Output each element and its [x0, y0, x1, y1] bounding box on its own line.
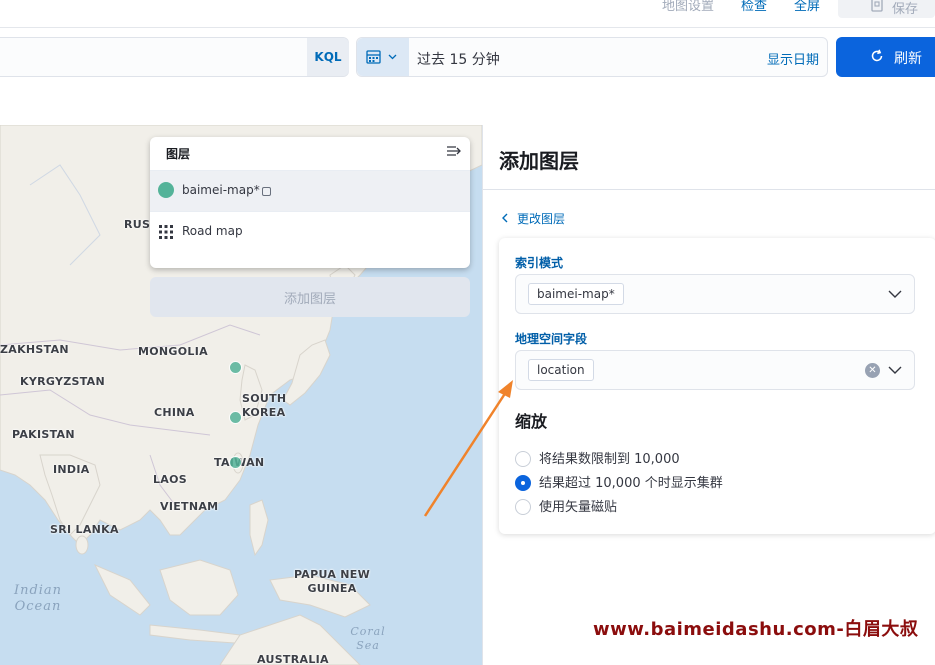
add-layer-flyout: 添加图层 更改图层 索引模式 baimei-map* 地理空间字段 locati… [482, 125, 935, 665]
ocean-label: Indian Ocean [13, 583, 63, 614]
save-button[interactable]: 保存 [838, 0, 935, 18]
quick-menu-button[interactable] [357, 38, 409, 76]
layer-status-icon [262, 187, 271, 196]
layer-item[interactable]: Road map [150, 211, 470, 252]
refresh-icon [871, 49, 883, 62]
map-label: VIETNAM [160, 500, 219, 513]
watermark-text: www.baimeidashu.com-白眉大叔 [593, 619, 919, 640]
map-settings-link[interactable]: 地图设置 [662, 0, 714, 14]
change-layer-label: 更改图层 [517, 212, 566, 226]
save-label: 保存 [892, 2, 919, 17]
scaling-option-clusters[interactable]: 结果超过 10,000 个时显示集群 [515, 472, 723, 492]
layer-name: Road map [182, 224, 243, 238]
chevron-down-icon[interactable] [888, 288, 902, 300]
grid-icon [159, 225, 173, 239]
radio-button-selected[interactable] [515, 474, 531, 491]
geo-field-label: 地理空间字段 [515, 332, 588, 346]
index-pattern-label: 索引模式 [515, 256, 564, 270]
collapse-layers-icon[interactable] [446, 144, 462, 162]
map-label: SOUTH KOREA [242, 392, 287, 419]
geo-field-pill: location [528, 359, 594, 381]
fullscreen-link[interactable]: 全屏 [794, 0, 820, 14]
index-pattern-pill: baimei-map* [528, 283, 624, 305]
scaling-option-vector-tiles[interactable]: 使用矢量磁贴 [515, 496, 617, 516]
clear-icon[interactable]: ✕ [865, 363, 880, 378]
show-dates-link[interactable]: 显示日期 [767, 49, 819, 68]
map-label: PAPUA NEW GUINEA [293, 568, 371, 595]
map-label: AUSTRALIA [257, 653, 329, 665]
map-label: LAOS [153, 473, 187, 486]
query-bar: KQL 过去 15 分钟 显示日期 刷新 [0, 37, 935, 77]
layer-control: 图层 baimei-map* Road map [150, 137, 470, 268]
radio-button[interactable] [515, 498, 531, 515]
search-input[interactable]: KQL [0, 37, 349, 77]
map-label: PAKISTAN [12, 428, 75, 441]
radio-button[interactable] [515, 450, 531, 467]
radio-label: 结果超过 10,000 个时显示集群 [539, 476, 723, 491]
save-icon [871, 0, 883, 12]
scaling-title: 缩放 [515, 412, 548, 431]
divider [483, 189, 935, 190]
chevron-down-icon[interactable] [888, 364, 902, 376]
change-layer-link[interactable]: 更改图层 [501, 210, 565, 227]
map-label: KYRGYZSTAN [20, 375, 105, 388]
time-range-text[interactable]: 过去 15 分钟 [417, 49, 500, 69]
radio-label: 使用矢量磁贴 [539, 500, 618, 515]
refresh-label: 刷新 [894, 51, 922, 67]
map-label: CHINA [154, 406, 195, 419]
circle-marker-icon [158, 182, 174, 198]
layer-settings-card: 索引模式 baimei-map* 地理空间字段 location ✕ 缩放 将结… [499, 238, 935, 534]
inspect-link[interactable]: 检查 [741, 0, 767, 14]
map-label: INDIA [53, 463, 90, 476]
flyout-title: 添加图层 [499, 149, 579, 173]
radio-label: 将结果数限制到 10,000 [539, 452, 680, 467]
map-label: ZAKHSTAN [0, 343, 69, 356]
query-language-button[interactable]: KQL [307, 38, 349, 76]
scaling-option-limit[interactable]: 将结果数限制到 10,000 [515, 448, 680, 468]
calendar-icon [366, 50, 397, 64]
map-point-marker[interactable] [229, 411, 242, 424]
map-label: MONGOLIA [138, 345, 208, 358]
ocean-label: Coral Sea [350, 625, 386, 652]
map-point-marker[interactable] [229, 456, 242, 469]
top-nav: 地图设置 检查 全屏 保存 [0, 0, 935, 28]
layer-item[interactable]: baimei-map* [150, 170, 470, 211]
map-label: SRI LANKA [50, 523, 119, 536]
chevron-left-icon [502, 213, 508, 223]
add-layer-button[interactable]: 添加图层 [150, 277, 470, 317]
geo-field-select[interactable]: location ✕ [515, 350, 915, 390]
index-pattern-select[interactable]: baimei-map* [515, 274, 915, 314]
layer-name: baimei-map* [182, 183, 260, 197]
map-point-marker[interactable] [229, 361, 242, 374]
date-picker[interactable]: 过去 15 分钟 显示日期 [356, 37, 828, 77]
layer-control-title: 图层 [166, 147, 191, 161]
refresh-button[interactable]: 刷新 [836, 37, 935, 77]
